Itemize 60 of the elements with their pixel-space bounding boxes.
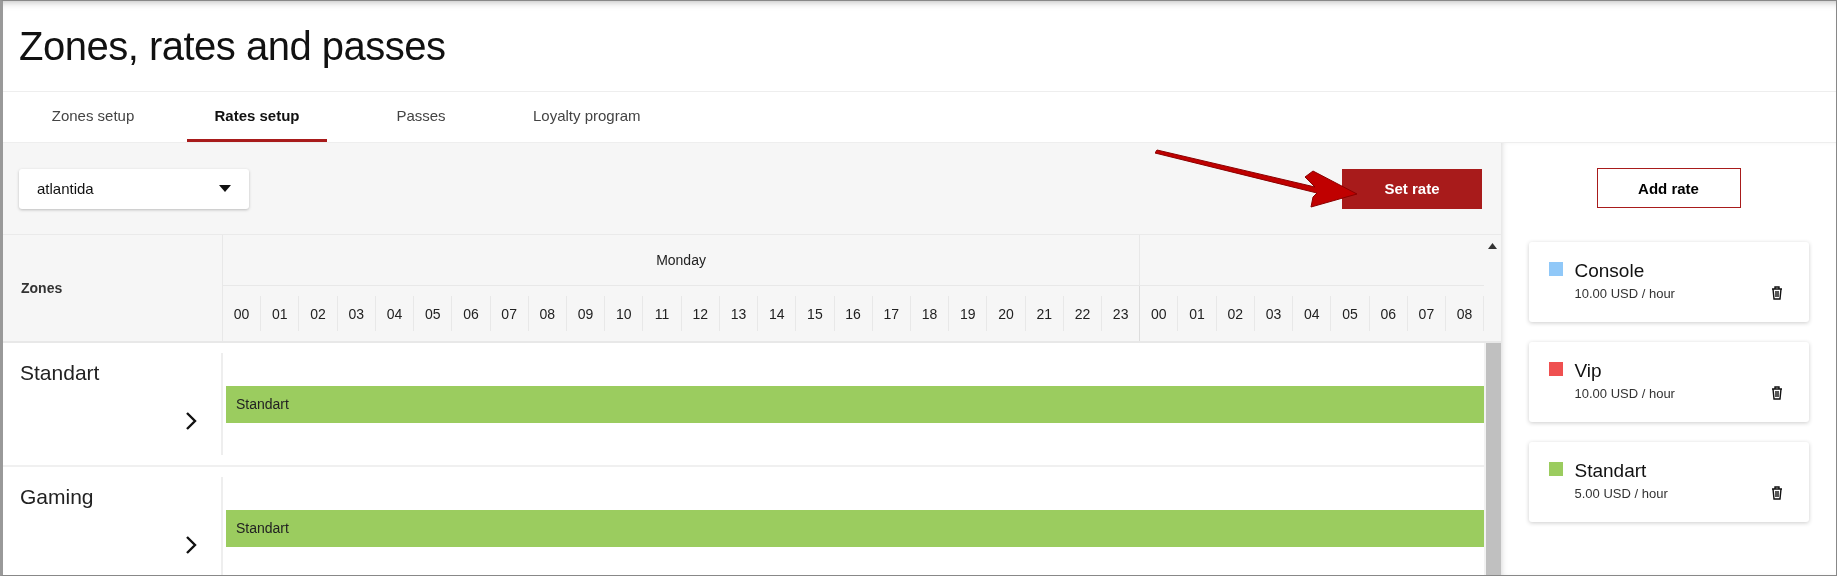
hour-label: 00 [223,296,262,331]
hour-label: 03 [337,296,376,331]
trash-icon[interactable] [1770,386,1783,400]
tab[interactable]: Loyalty program [515,92,659,142]
hour-label: 09 [566,296,606,331]
scroll-up-icon[interactable] [1488,243,1497,249]
hour-label: 23 [1102,286,1141,341]
scrollbar-thumb[interactable] [1486,343,1501,575]
hour-label: 03 [1254,296,1294,331]
chevron-right-icon[interactable] [185,535,197,555]
hour-label: 05 [1331,296,1370,331]
rate-price: 5.00 USD / hour [1574,486,1668,501]
hour-label: 19 [949,296,988,331]
set-rate-button[interactable]: Set rate [1342,168,1482,209]
hour-label: 10 [605,296,644,331]
rate-price: 10.00 USD / hour [1574,286,1675,301]
hour-label: 06 [1369,296,1408,331]
rate-name: Console [1574,260,1646,282]
rate-name: Vip [1574,360,1603,382]
hour-label: 11 [643,296,682,331]
hour-label: 02 [1216,296,1255,331]
zone-name: Gaming [20,485,94,509]
hour-label: 07 [490,296,529,331]
hour-label: 01 [261,296,300,331]
hour-label: 16 [834,296,873,331]
page-title: Zones, rates and passes [19,23,446,69]
tab[interactable]: Passes [351,92,491,142]
hour-label: 01 [1178,296,1217,331]
rate-bar[interactable]: Standart [226,385,1484,423]
hour-label: 14 [758,296,797,331]
hour-label: 21 [1025,296,1064,331]
caret-icon [219,185,231,192]
add-rate-button[interactable]: Add rate [1596,168,1741,208]
hour-label: 17 [872,296,911,331]
hour-label: 12 [681,296,720,331]
rate-name: Standart [1574,460,1648,482]
day-header: Monday [223,235,1141,285]
trash-icon[interactable] [1770,286,1783,300]
hour-label: 13 [719,296,759,331]
hour-label: 05 [414,296,453,331]
location-dropdown[interactable]: atlantida [19,168,249,209]
hour-label: 00 [1140,296,1179,331]
zone-name: Standart [20,361,100,385]
hour-label: 07 [1407,296,1446,331]
rate-price: 10.00 USD / hour [1574,386,1675,401]
tab[interactable]: Zones setup [23,92,163,142]
hour-label: 04 [1293,296,1332,331]
chevron-right-icon[interactable] [185,411,197,431]
hour-label: 02 [299,296,338,331]
rate-bar[interactable]: Standart [226,509,1484,547]
hour-label: 15 [796,296,835,331]
hour-label: 06 [452,296,491,331]
hour-label: 20 [987,296,1026,331]
column-header: Zones [3,235,223,341]
hour-label: 08 [1446,296,1485,331]
hour-label: 04 [375,296,415,331]
trash-icon[interactable] [1770,486,1783,500]
hour-label: 08 [528,296,567,331]
hour-label: 22 [1063,296,1103,331]
hour-label: 18 [910,296,950,331]
